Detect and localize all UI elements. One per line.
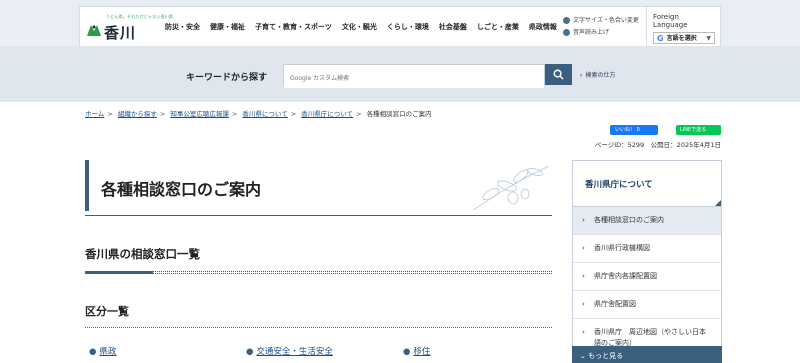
subsection-divider <box>85 327 552 328</box>
kagawa-mark-icon <box>87 25 101 36</box>
nav-bunka[interactable]: 文化・観光 <box>342 22 377 32</box>
section-heading: 香川県の相談窓口一覧 <box>85 247 200 261</box>
bullet-icon: ● <box>89 347 97 357</box>
side-menu: 香川県庁について › 各種相談窓口のご案内 › 香川県行政機構図 › 県庁舎内各課配置… <box>572 160 722 363</box>
breadcrumb-home[interactable]: ホーム <box>85 110 104 118</box>
page-title-block: 各種相談窓口のご案内 <box>85 160 552 216</box>
facebook-like-button[interactable]: いいね！ 0 <box>610 125 658 135</box>
chevron-right-icon: › <box>580 72 583 79</box>
nav-shakai[interactable]: 社会基盤 <box>439 22 467 32</box>
side-item-kikouzu[interactable]: › 香川県行政機構図 <box>573 235 721 263</box>
category-link-kensei[interactable]: 県政 <box>99 347 116 357</box>
chevron-right-icon: › <box>582 216 585 224</box>
breadcrumb-org[interactable]: 組織から探す <box>118 110 157 118</box>
nav-shigoto[interactable]: しごと・産業 <box>477 22 519 32</box>
breadcrumb-current: 各種相談窓口のご案内 <box>366 110 432 118</box>
translate-select[interactable]: G 言語を選択 ▼ <box>653 32 715 44</box>
category-link-kotsu[interactable]: 交通安全・生活安全 <box>256 347 333 357</box>
search-band: キーワードから探す ›検索の仕方 <box>0 46 800 102</box>
bullet-icon: ● <box>403 347 411 357</box>
utility-links: 文字サイズ・色合い変更 音声読み上げ <box>563 15 639 39</box>
speaker-icon <box>563 29 570 36</box>
speech-link[interactable]: 音声読み上げ <box>563 27 639 39</box>
chevron-right-icon: › <box>582 300 585 308</box>
category-item: ● 交通安全・生活安全 <box>246 345 333 357</box>
google-icon: G <box>657 33 664 43</box>
breadcrumb: ホーム > 組織から探す > 知事公室広聴広報課 > 香川県について > 香川県庁につい… <box>85 110 432 118</box>
category-item: ● 県政 <box>89 345 116 357</box>
chevron-down-icon: ⌄ <box>580 352 589 360</box>
nav-bousai[interactable]: 防災・安全 <box>165 22 200 32</box>
side-item-soudan[interactable]: › 各種相談窓口のご案内 <box>573 207 721 235</box>
bullet-icon: ● <box>246 347 254 357</box>
search-input[interactable] <box>284 69 544 88</box>
olive-branch-decoration <box>472 165 550 211</box>
section-divider-accent <box>85 271 153 274</box>
line-share-button[interactable]: LINEで送る <box>676 125 721 135</box>
page-info: ページID：5299 公開日：2025年4月1日 <box>594 141 721 149</box>
subsection-heading: 区分一覧 <box>85 305 129 318</box>
chevron-right-icon: › <box>582 244 585 252</box>
nav-kensei[interactable]: 県政情報 <box>529 22 557 32</box>
search-label: キーワードから探す <box>186 73 268 83</box>
more-button[interactable]: ⌄ もっと見る <box>572 346 722 363</box>
search-button[interactable] <box>545 64 572 85</box>
nav-kosodate[interactable]: 子育て・教育・スポーツ <box>255 22 332 32</box>
category-item: ● 移住 <box>403 345 430 357</box>
corner-icon <box>715 200 721 206</box>
foreign-language: Foreign Language G 言語を選択 ▼ <box>646 7 721 47</box>
breadcrumb-office[interactable]: 香川県庁について <box>301 110 353 118</box>
chevron-right-icon: › <box>582 328 585 336</box>
side-menu-title[interactable]: 香川県庁について <box>573 161 721 207</box>
nav-kenko[interactable]: 健康・福祉 <box>210 22 245 32</box>
side-item-chousha[interactable]: › 県庁舎配置図 <box>573 291 721 319</box>
category-link-iju[interactable]: 移住 <box>413 347 430 357</box>
font-size-link[interactable]: 文字サイズ・色合い変更 <box>563 15 639 27</box>
breadcrumb-dept[interactable]: 知事公室広聴広報課 <box>170 110 229 118</box>
nav-kurashi[interactable]: くらし・環境 <box>387 22 429 32</box>
side-item-kahaichi[interactable]: › 県庁舎内各課配置図 <box>573 263 721 291</box>
chevron-right-icon: › <box>582 272 585 280</box>
section-divider <box>85 271 552 274</box>
search-icon <box>553 69 564 80</box>
site-header: うどん県。それだけじゃない香川県 香川県 防災・安全 健康・福祉 子育て・教育・… <box>79 6 721 63</box>
search-box <box>283 64 545 88</box>
logo-tagline: うどん県。それだけじゃない香川県 <box>106 14 174 19</box>
search-help-link[interactable]: › 検索の仕方 <box>580 70 616 79</box>
title-accent-bar <box>85 160 89 211</box>
global-nav: 防災・安全 健康・福祉 子育て・教育・スポーツ 文化・観光 くらし・環境 社会基… <box>165 7 567 47</box>
page-title: 各種相談窓口のご案内 <box>101 180 262 199</box>
breadcrumb-about[interactable]: 香川県について <box>242 110 287 118</box>
gear-icon <box>563 17 570 24</box>
dropdown-arrow-icon: ▼ <box>706 34 711 42</box>
site-logo[interactable]: うどん県。それだけじゃない香川県 香川県 <box>86 14 173 63</box>
foreign-language-label: Foreign Language <box>653 13 688 29</box>
